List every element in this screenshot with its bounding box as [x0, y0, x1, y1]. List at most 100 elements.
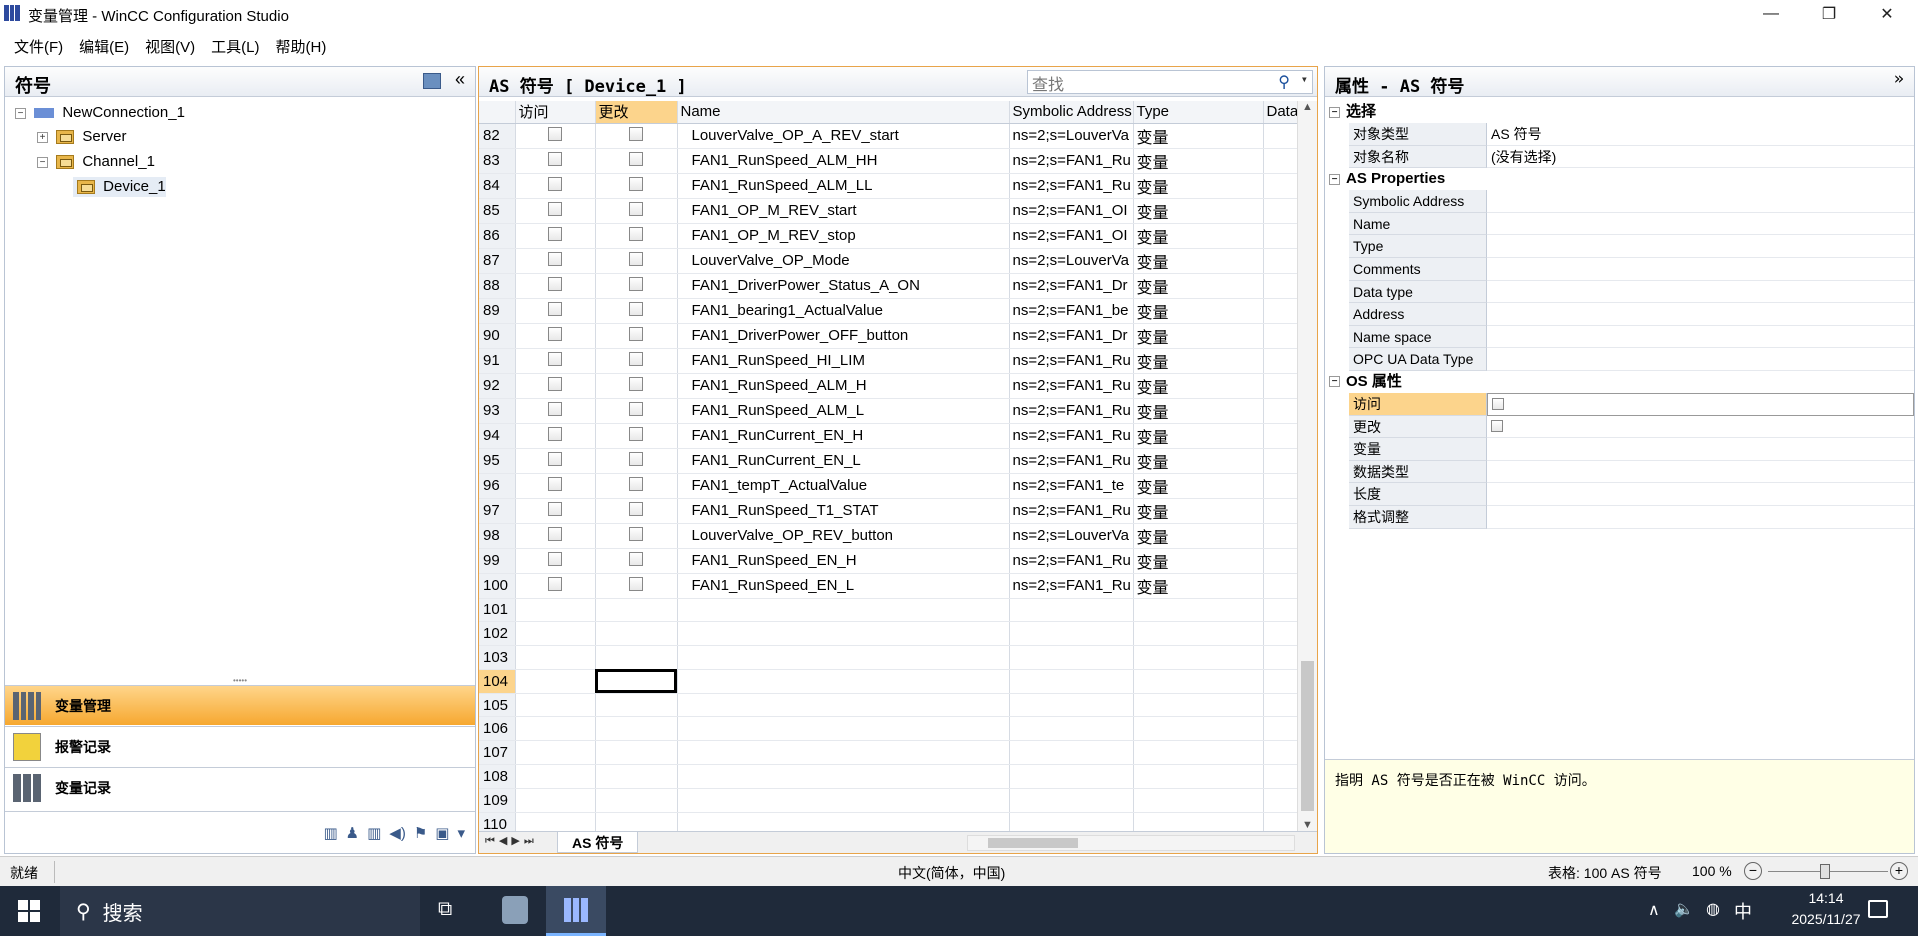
symbolic-address-cell[interactable]: ns=2;s=LouverVa — [1009, 523, 1134, 549]
access-checkbox-cell[interactable] — [515, 173, 596, 199]
property-value[interactable] — [1487, 303, 1914, 326]
data-cell[interactable] — [1263, 621, 1297, 647]
property-value[interactable] — [1487, 326, 1914, 349]
name-cell[interactable]: FAN1_RunCurrent_EN_H — [677, 423, 1010, 449]
tag-management-mini-icon[interactable]: ▥ — [323, 824, 337, 842]
data-cell[interactable] — [1263, 498, 1297, 524]
row-number[interactable]: 90 — [479, 323, 516, 349]
row-number[interactable]: 94 — [479, 423, 516, 449]
access-cell[interactable] — [515, 598, 596, 623]
access-cell[interactable] — [515, 645, 596, 670]
name-cell[interactable]: FAN1_tempT_ActualValue — [677, 473, 1010, 499]
symbolic-address-cell[interactable] — [1009, 788, 1134, 813]
change-checkbox[interactable] — [629, 126, 643, 141]
name-cell[interactable] — [677, 716, 1010, 742]
table-row[interactable]: 87 LouverValve_OP_Mode ns=2;s=LouverVa 变量 — [479, 248, 1297, 274]
search-box[interactable]: 查找 ⚲ ▾ — [1027, 70, 1313, 94]
access-cell[interactable] — [515, 716, 596, 742]
property-value[interactable] — [1487, 416, 1914, 439]
symbolic-address-cell[interactable]: ns=2;s=LouverVa — [1009, 248, 1134, 274]
data-cell[interactable] — [1263, 123, 1297, 149]
task-view-icon[interactable]: ⧉ — [438, 898, 452, 921]
data-cell[interactable] — [1263, 669, 1297, 694]
access-checkbox-cell[interactable] — [515, 323, 596, 349]
menu-edit[interactable]: 编辑(E) — [79, 36, 129, 57]
property-checkbox[interactable] — [1492, 397, 1504, 410]
name-cell[interactable] — [677, 669, 1010, 694]
change-checkbox-cell[interactable] — [595, 323, 678, 349]
symbolic-address-cell[interactable] — [1009, 598, 1134, 623]
data-cell[interactable] — [1263, 473, 1297, 499]
change-checkbox[interactable] — [629, 326, 643, 341]
row-number[interactable]: 105 — [479, 693, 516, 718]
data-cell[interactable] — [1263, 740, 1297, 766]
image-mini-icon[interactable]: ▣ — [435, 824, 449, 842]
change-checkbox[interactable] — [629, 251, 643, 266]
search-icon[interactable]: ⚲ — [1278, 72, 1290, 91]
name-cell[interactable]: FAN1_RunSpeed_EN_L — [677, 573, 1010, 599]
type-cell[interactable] — [1133, 716, 1264, 742]
type-cell[interactable] — [1133, 812, 1264, 831]
data-cell[interactable] — [1263, 573, 1297, 599]
table-row-empty[interactable]: 108 — [479, 764, 1297, 789]
property-row[interactable]: 更改 — [1325, 415, 1914, 439]
change-cell[interactable] — [595, 812, 678, 831]
property-row[interactable]: Symbolic Address — [1325, 190, 1914, 213]
row-number[interactable]: 96 — [479, 473, 516, 499]
table-row[interactable]: 92 FAN1_RunSpeed_ALM_H ns=2;s=FAN1_Ru 变量 — [479, 373, 1297, 399]
name-cell[interactable]: FAN1_RunSpeed_ALM_LL — [677, 173, 1010, 199]
change-cell[interactable] — [595, 764, 678, 789]
access-checkbox-cell[interactable] — [515, 473, 596, 499]
type-cell[interactable]: 变量 — [1133, 273, 1264, 299]
property-value[interactable] — [1487, 483, 1914, 506]
change-checkbox-cell[interactable] — [595, 273, 678, 299]
property-value[interactable] — [1487, 392, 1914, 416]
change-checkbox-cell[interactable] — [595, 398, 678, 424]
data-cell[interactable] — [1263, 693, 1297, 718]
access-checkbox[interactable] — [548, 226, 562, 241]
change-checkbox-cell[interactable] — [595, 473, 678, 499]
type-cell[interactable]: 变量 — [1133, 198, 1264, 224]
access-cell[interactable] — [515, 812, 596, 831]
scroll-down-icon[interactable]: ▼ — [1298, 819, 1317, 831]
table-row-empty[interactable]: 103 — [479, 645, 1297, 670]
row-number[interactable]: 97 — [479, 498, 516, 524]
row-number[interactable]: 95 — [479, 448, 516, 474]
symbolic-address-cell[interactable] — [1009, 621, 1134, 647]
column-header-symbolic-address[interactable]: Symbolic Address — [1009, 101, 1134, 124]
ime-indicator[interactable]: 中 — [1734, 898, 1752, 924]
access-cell[interactable] — [515, 788, 596, 813]
change-checkbox[interactable] — [629, 551, 643, 566]
access-checkbox-cell[interactable] — [515, 273, 596, 299]
row-number[interactable]: 82 — [479, 123, 516, 149]
type-cell[interactable]: 变量 — [1133, 523, 1264, 549]
scroll-thumb[interactable] — [1301, 661, 1314, 811]
property-group[interactable]: − AS Properties — [1325, 168, 1914, 191]
symbolic-address-cell[interactable] — [1009, 716, 1134, 742]
type-cell[interactable] — [1133, 693, 1264, 718]
property-value[interactable] — [1487, 213, 1914, 236]
type-cell[interactable]: 变量 — [1133, 348, 1264, 374]
name-cell[interactable]: FAN1_OP_M_REV_start — [677, 198, 1010, 224]
network-globe-icon[interactable]: ◍ — [1706, 899, 1720, 919]
alarm-mini-icon[interactable]: ♟ — [346, 824, 359, 842]
row-number-header[interactable] — [479, 101, 516, 124]
type-cell[interactable] — [1133, 645, 1264, 670]
access-checkbox-cell[interactable] — [515, 373, 596, 399]
access-checkbox-cell[interactable] — [515, 573, 596, 599]
change-checkbox-cell[interactable] — [595, 248, 678, 274]
change-cell[interactable] — [595, 740, 678, 766]
menu-help[interactable]: 帮助(H) — [276, 36, 327, 57]
access-cell[interactable] — [515, 693, 596, 718]
name-cell[interactable] — [677, 621, 1010, 647]
column-header-change[interactable]: 更改 — [595, 101, 678, 124]
change-checkbox[interactable] — [629, 376, 643, 391]
name-cell[interactable]: FAN1_OP_M_REV_stop — [677, 223, 1010, 249]
table-row-empty[interactable]: 105 — [479, 693, 1297, 718]
access-checkbox-cell[interactable] — [515, 198, 596, 224]
change-checkbox[interactable] — [629, 576, 643, 591]
data-cell[interactable] — [1263, 348, 1297, 374]
access-checkbox[interactable] — [548, 351, 562, 366]
type-cell[interactable]: 变量 — [1133, 248, 1264, 274]
data-cell[interactable] — [1263, 373, 1297, 399]
